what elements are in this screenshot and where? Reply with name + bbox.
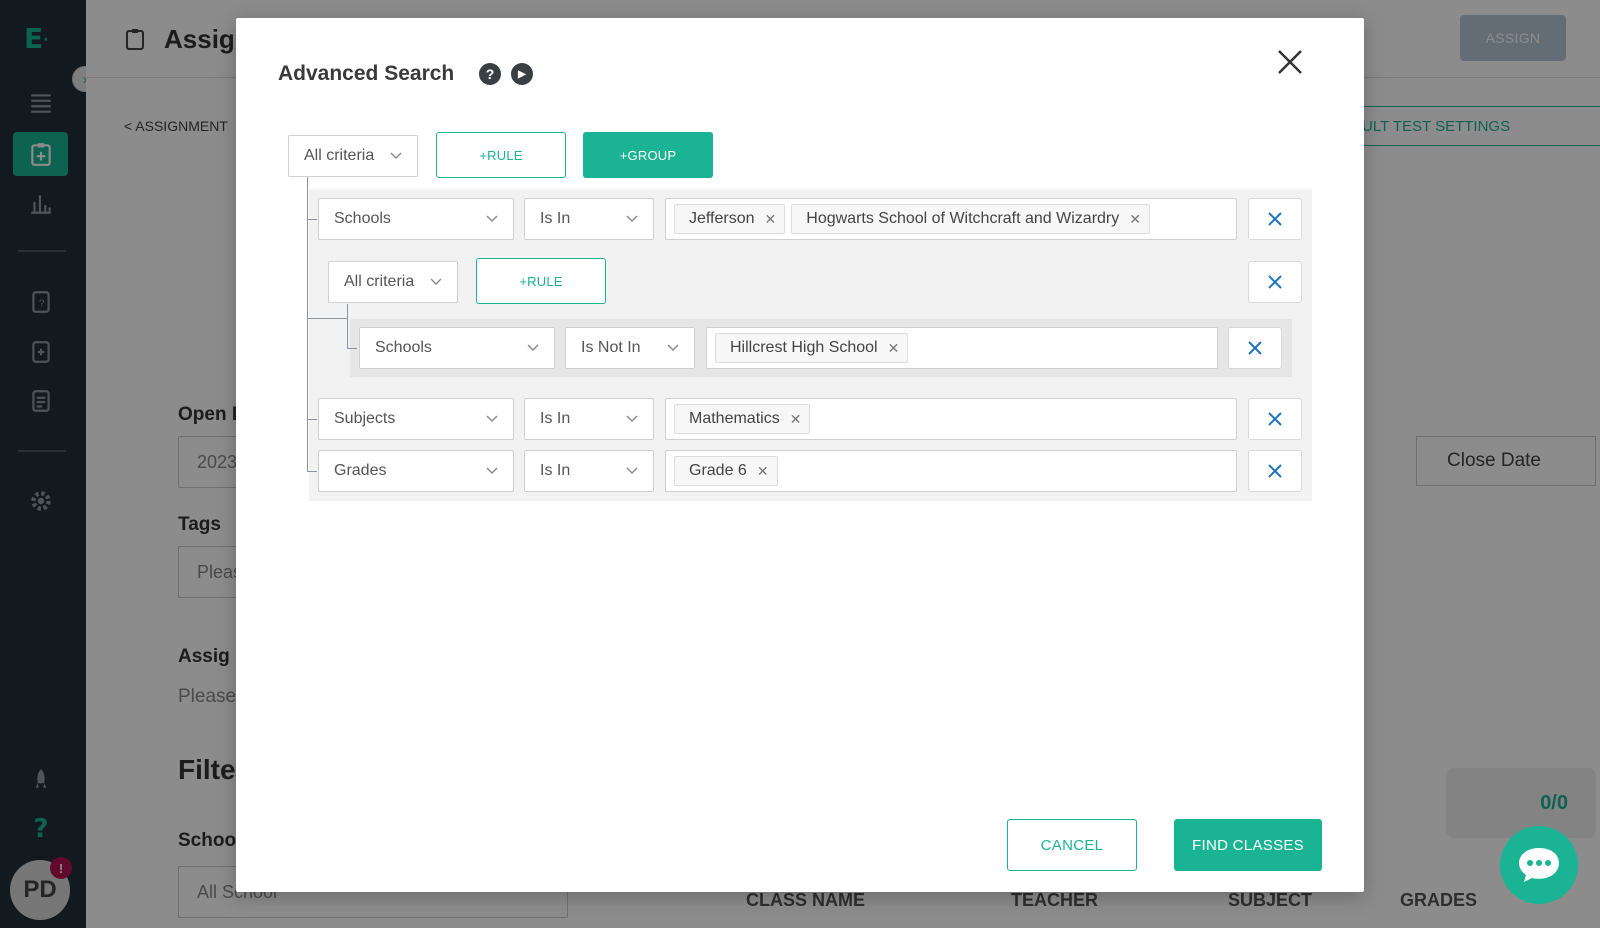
find-classes-button[interactable]: FIND CLASSES xyxy=(1174,819,1322,871)
value-tag: Hogwarts School of Witchcraft and Wizard… xyxy=(791,204,1150,234)
delete-rule-button[interactable] xyxy=(1248,450,1302,492)
add-group-button[interactable]: +GROUP xyxy=(583,132,713,178)
delete-rule-button[interactable] xyxy=(1228,327,1282,369)
tree-line xyxy=(347,304,348,348)
chevron-down-icon xyxy=(527,344,539,351)
remove-tag-icon[interactable]: ✕ xyxy=(765,211,777,228)
tree-line xyxy=(307,177,308,471)
close-icon xyxy=(1268,464,1282,478)
delete-group-button[interactable] xyxy=(1248,261,1302,303)
add-rule-button[interactable]: +RULE xyxy=(436,132,566,178)
advanced-search-modal: Advanced Search ? ▶ All criteria +RULE +… xyxy=(236,18,1364,892)
delete-rule-button[interactable] xyxy=(1248,398,1302,440)
close-icon[interactable] xyxy=(1274,46,1306,78)
play-video-icon[interactable]: ▶ xyxy=(511,63,533,85)
chat-icon xyxy=(1519,848,1559,882)
rule-operator-select[interactable]: Is In xyxy=(524,398,654,440)
modal-title: Advanced Search xyxy=(278,62,455,85)
tree-line xyxy=(307,471,317,472)
chevron-down-icon xyxy=(626,415,638,422)
help-icon[interactable]: ? xyxy=(479,63,501,85)
rule-value-input[interactable]: Mathematics ✕ xyxy=(665,398,1237,440)
close-icon xyxy=(1248,341,1262,355)
chevron-down-icon xyxy=(486,467,498,474)
remove-tag-icon[interactable]: ✕ xyxy=(1129,211,1141,228)
close-icon xyxy=(1268,275,1282,289)
value-tag: Mathematics ✕ xyxy=(674,404,811,434)
rule-field-select[interactable]: Schools xyxy=(318,198,514,240)
chevron-down-icon xyxy=(390,152,402,159)
rule-operator-select[interactable]: Is In xyxy=(524,198,654,240)
root-criteria-select[interactable]: All criteria xyxy=(288,135,418,177)
delete-rule-button[interactable] xyxy=(1248,198,1302,240)
value-tag: Jefferson ✕ xyxy=(674,204,786,234)
tree-line xyxy=(307,219,317,220)
chevron-down-icon xyxy=(626,467,638,474)
subgroup-rule-value-input[interactable]: Hillcrest High School ✕ xyxy=(706,327,1218,369)
value-tag: Grade 6 ✕ xyxy=(674,456,778,486)
subgroup-rule-field-select[interactable]: Schools xyxy=(359,327,555,369)
remove-tag-icon[interactable]: ✕ xyxy=(790,411,802,428)
tree-line xyxy=(307,318,347,319)
subgroup-criteria-select[interactable]: All criteria xyxy=(328,261,458,303)
tree-line xyxy=(307,419,317,420)
rule-field-select[interactable]: Subjects xyxy=(318,398,514,440)
rule-value-input[interactable]: Jefferson ✕ Hogwarts School of Witchcraft… xyxy=(665,198,1237,240)
chevron-down-icon xyxy=(486,215,498,222)
remove-tag-icon[interactable]: ✕ xyxy=(888,340,900,357)
subgroup-add-rule-button[interactable]: +RULE xyxy=(476,258,606,304)
chevron-down-icon xyxy=(486,415,498,422)
chevron-down-icon xyxy=(626,215,638,222)
value-tag: Hillcrest High School ✕ xyxy=(715,333,909,363)
remove-tag-icon[interactable]: ✕ xyxy=(757,463,769,480)
close-icon xyxy=(1268,412,1282,426)
rule-field-select[interactable]: Grades xyxy=(318,450,514,492)
rule-operator-select[interactable]: Is In xyxy=(524,450,654,492)
chevron-down-icon xyxy=(430,278,442,285)
close-icon xyxy=(1268,212,1282,226)
tree-line xyxy=(347,348,357,349)
chat-support-button[interactable] xyxy=(1500,826,1578,904)
cancel-button[interactable]: CANCEL xyxy=(1007,819,1137,871)
subgroup-rule-operator-select[interactable]: Is Not In xyxy=(565,327,695,369)
chevron-down-icon xyxy=(667,344,679,351)
rule-value-input[interactable]: Grade 6 ✕ xyxy=(665,450,1237,492)
